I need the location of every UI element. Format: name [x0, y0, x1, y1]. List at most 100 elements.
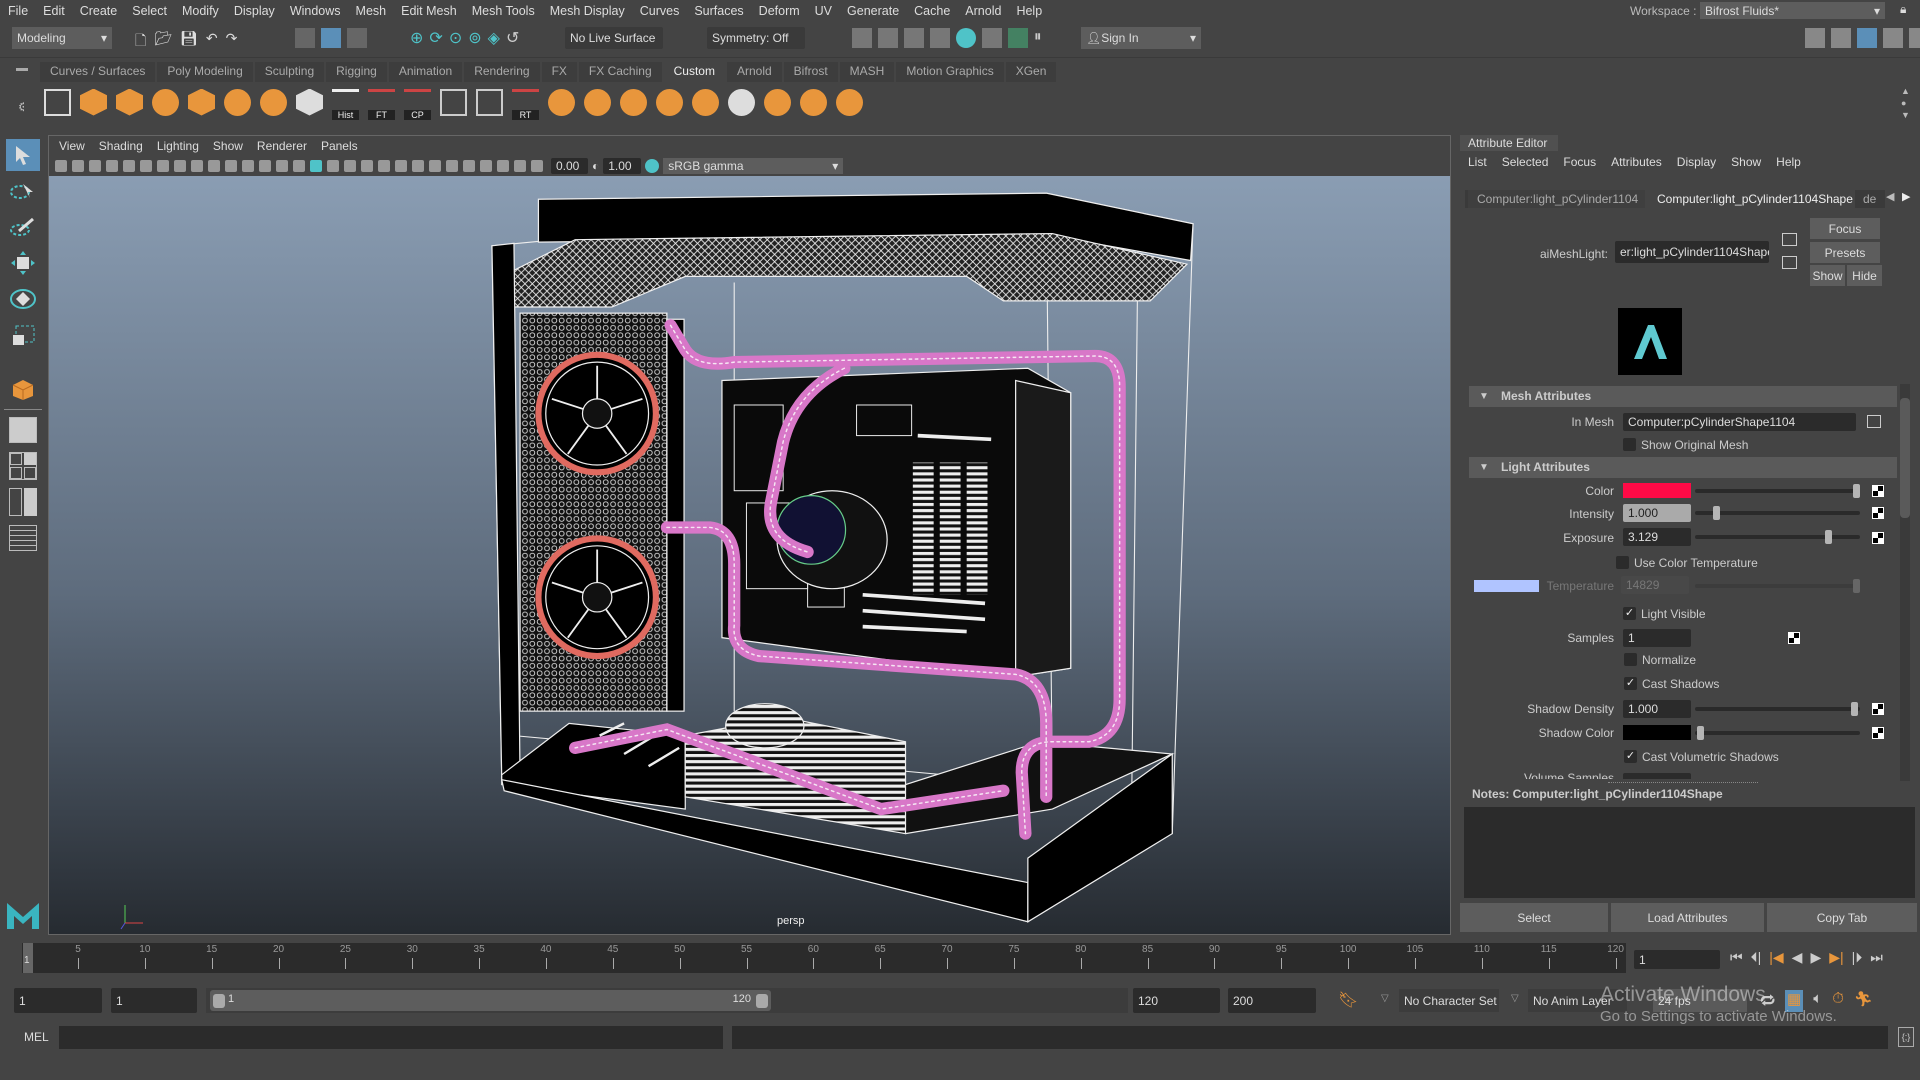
- human-ik-icon[interactable]: [1831, 28, 1851, 48]
- menu-mesh-display[interactable]: Mesh Display: [550, 4, 625, 18]
- step-back-frame-icon[interactable]: ⏴︎|: [1751, 949, 1762, 966]
- snap-view-icon[interactable]: ⊚: [468, 28, 481, 48]
- command-language-label[interactable]: MEL: [24, 1030, 49, 1044]
- viewport-menu-lighting[interactable]: Lighting: [157, 139, 199, 153]
- bevel-icon[interactable]: [116, 88, 143, 116]
- ae-menu-show[interactable]: Show: [1731, 155, 1761, 169]
- select-by-component-icon[interactable]: [347, 28, 367, 48]
- intensity-field[interactable]: 1.000: [1623, 504, 1691, 522]
- time-slider[interactable]: 1 5 10 15 20 25 30 35 40 45 50 55 60 65 70 75 80 85 90 95 1…: [22, 943, 1626, 973]
- hide-button[interactable]: Hide: [1847, 265, 1882, 286]
- script-editor-icon[interactable]: {;}: [1898, 1027, 1914, 1047]
- four-view-layout-icon[interactable]: [6, 450, 40, 482]
- show-button[interactable]: Show: [1810, 265, 1845, 286]
- menu-uv[interactable]: UV: [815, 4, 832, 18]
- intensity-slider[interactable]: [1695, 506, 1860, 520]
- select-button[interactable]: Select: [1460, 903, 1608, 932]
- slider-thumb[interactable]: [1825, 530, 1832, 544]
- menu-mesh[interactable]: Mesh: [356, 4, 387, 18]
- spin-edge-icon[interactable]: [548, 88, 575, 116]
- cut-sphere-icon[interactable]: [620, 88, 647, 116]
- workspace-dropdown[interactable]: Bifrost Fluids* ▾: [1700, 2, 1885, 19]
- gamma-field[interactable]: 1.00: [603, 157, 642, 174]
- menu-file[interactable]: File: [8, 4, 28, 18]
- history-icon[interactable]: Hist: [332, 88, 359, 120]
- snap-live-icon[interactable]: ↺: [506, 28, 519, 48]
- menu-curves[interactable]: Curves: [640, 4, 680, 18]
- load-attributes-button[interactable]: Load Attributes: [1611, 903, 1764, 932]
- attribute-editor-toggle-icon[interactable]: [1857, 28, 1877, 48]
- shadow-color-swatch[interactable]: [1623, 725, 1691, 740]
- reset-transform-icon[interactable]: RT: [512, 88, 539, 120]
- symmetry-dropdown[interactable]: Symmetry: Off: [707, 27, 805, 49]
- anti-aliasing-icon[interactable]: [429, 159, 441, 172]
- presets-button[interactable]: Presets: [1810, 242, 1880, 263]
- combine-icon[interactable]: [224, 88, 251, 116]
- outliner-layout-icon[interactable]: [6, 522, 40, 554]
- two-view-layout-icon[interactable]: [6, 486, 40, 518]
- range-start-handle[interactable]: [213, 994, 225, 1008]
- xray-active-icon[interactable]: [497, 159, 509, 172]
- node-name-field[interactable]: er:light_pCylinder1104Shape: [1615, 241, 1769, 263]
- grid-icon[interactable]: [174, 159, 186, 172]
- light-attributes-section[interactable]: ▼ Light Attributes: [1469, 457, 1897, 478]
- menu-help[interactable]: Help: [1016, 4, 1042, 18]
- viewport-menu-shading[interactable]: Shading: [99, 139, 143, 153]
- viewport-menu-show[interactable]: Show: [213, 139, 243, 153]
- scale-tool-icon[interactable]: [6, 319, 40, 351]
- color-slider[interactable]: [1695, 484, 1860, 498]
- select-by-object-icon[interactable]: [321, 28, 341, 48]
- temperature-slider[interactable]: [1695, 579, 1860, 593]
- bookmark-icon[interactable]: [106, 159, 118, 172]
- color-management-icon[interactable]: [645, 158, 660, 173]
- play-forwards-icon[interactable]: ▶: [1810, 949, 1821, 966]
- exposure-icon[interactable]: [531, 159, 543, 172]
- sign-in-button[interactable]: 👤︎ Sign In ▾: [1081, 27, 1201, 49]
- color-map-button-icon[interactable]: [1872, 485, 1884, 497]
- range-slider-bar[interactable]: 1 120: [210, 990, 771, 1011]
- wireframe-on-shaded-icon[interactable]: [327, 159, 339, 172]
- 2d-pan-zoom-icon[interactable]: [140, 159, 152, 172]
- shelf-menu-icon[interactable]: [16, 68, 28, 71]
- menu-display[interactable]: Display: [234, 4, 275, 18]
- viewport-menu-panels[interactable]: Panels: [321, 139, 358, 153]
- lasso-tool-icon[interactable]: [6, 175, 40, 207]
- input-connection-icon[interactable]: [1782, 233, 1797, 246]
- character-set-dropdown[interactable]: No Character Set: [1399, 989, 1499, 1012]
- play-backwards-icon[interactable]: ◀: [1792, 949, 1803, 966]
- pane-splitter[interactable]: [1608, 782, 1758, 783]
- image-plane-icon[interactable]: [123, 159, 135, 172]
- slider-thumb[interactable]: [1853, 484, 1860, 498]
- shadow-density-field[interactable]: 1.000: [1623, 700, 1691, 718]
- select-by-hierarchy-icon[interactable]: [295, 28, 315, 48]
- safe-title-icon[interactable]: [276, 159, 288, 172]
- shadows-icon[interactable]: [378, 159, 390, 172]
- in-mesh-field[interactable]: Computer:pCylinderShape1104: [1623, 413, 1856, 431]
- redo-icon[interactable]: ↷: [226, 30, 238, 54]
- select-tool-icon[interactable]: [6, 139, 40, 171]
- open-scene-icon[interactable]: 📂︎: [154, 30, 172, 54]
- menu-deform[interactable]: Deform: [759, 4, 800, 18]
- shelf-tab-arnold[interactable]: Arnold: [726, 62, 782, 82]
- cast-shadows-checkbox[interactable]: ✓: [1624, 677, 1637, 690]
- shelf-tab-poly-modeling[interactable]: Poly Modeling: [157, 62, 253, 82]
- sphere-icon[interactable]: [584, 88, 611, 116]
- focus-button[interactable]: Focus: [1810, 218, 1880, 239]
- xray-joints-icon[interactable]: [514, 159, 526, 172]
- paint-select-tool-icon[interactable]: [6, 211, 40, 243]
- gate-mask-icon[interactable]: [225, 159, 237, 172]
- snap-grid-icon[interactable]: ⊕: [410, 28, 423, 48]
- playback-end-field[interactable]: 120: [1133, 988, 1220, 1013]
- planar-map-icon[interactable]: [476, 88, 503, 116]
- command-input[interactable]: [59, 1026, 723, 1049]
- lock-icon[interactable]: 🔒︎: [1900, 2, 1906, 17]
- slider-thumb[interactable]: [1713, 506, 1720, 520]
- cube-icon[interactable]: [296, 88, 323, 116]
- camera-icon[interactable]: [55, 159, 67, 172]
- auto-key-icon[interactable]: 🔖︎: [1338, 990, 1358, 1010]
- sphere-mesh-icon[interactable]: [152, 88, 179, 116]
- tab-scroll-left-icon[interactable]: ◀: [1886, 190, 1894, 203]
- show-original-mesh-checkbox[interactable]: [1623, 438, 1636, 451]
- ae-menu-help[interactable]: Help: [1776, 155, 1801, 169]
- use-all-lights-icon[interactable]: [361, 159, 373, 172]
